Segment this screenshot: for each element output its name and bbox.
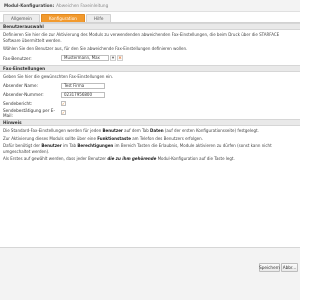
window-title: Modul-Konfiguration: <box>4 3 55 8</box>
bestaetigung-row: Sendebestätigung per E-Mail: ✓ <box>0 107 300 118</box>
fax-user-label: Fax-Benutzer: <box>3 55 32 61</box>
sendebericht-label: Sendebericht: <box>3 101 33 106</box>
sender-name-input[interactable]: Test Firma <box>61 82 105 89</box>
sender-name-label: Absender Name: <box>3 83 38 88</box>
sender-number-label: Absender-Nummer: <box>3 92 44 97</box>
fax-user-select[interactable]: Mustermann, Max ▾ × <box>61 55 123 61</box>
tab-bar: Allgemein Konfiguration Hilfe <box>0 12 300 22</box>
sender-name-row: Absender Name: Test Firma <box>0 81 300 90</box>
tab-allgemein[interactable]: Allgemein <box>3 14 40 22</box>
fax-user-row: Fax-Benutzer: Mustermann, Max ▾ × <box>0 54 300 63</box>
footer-bar: Speichern Abbr... <box>0 247 300 300</box>
sendebericht-checkbox[interactable]: ✓ <box>61 101 66 106</box>
config-content: Benutzerauswahl Definieren Sie hier die … <box>0 23 300 247</box>
sender-number-row: Absender-Nummer: 02317956800 <box>0 90 300 99</box>
bestaetigung-checkbox[interactable]: ✓ <box>61 110 66 115</box>
sender-number-input[interactable]: 02317956800 <box>61 91 105 98</box>
tab-hilfe[interactable]: Hilfe <box>85 14 112 22</box>
save-button[interactable]: Speichern <box>259 263 280 272</box>
section-fax-einstellungen: Fax-Einstellungen <box>0 64 300 72</box>
clear-x-icon[interactable]: × <box>117 55 123 61</box>
checkmark-icon: ✓ <box>61 110 66 115</box>
window-titlebar: Modul-Konfiguration: Abweichen Faxeinlei… <box>0 0 300 12</box>
tab-konfiguration[interactable]: Konfiguration <box>40 14 85 22</box>
hinweis-line-4: Als Erstes auf gewählt werden, dass jede… <box>3 156 235 161</box>
hinweis-line-1: Die Standard-Fax-Einstellungen werden fü… <box>3 128 259 133</box>
window-subtitle: Abweichen Faxeinleitung <box>56 3 109 8</box>
dropdown-arrow-icon[interactable]: ▾ <box>110 55 116 61</box>
bestaetigung-label: Sendebestätigung per E-Mail: <box>3 107 55 118</box>
fax-user-value[interactable]: Mustermann, Max <box>61 55 109 61</box>
fax-einstellungen-hint: Geben Sie hier die gewünschten Fax-Einst… <box>3 73 114 79</box>
benutzerauswahl-hint: Wählen Sie den Benutzer aus, für den Sie… <box>3 46 188 51</box>
cancel-button[interactable]: Abbr... <box>281 263 298 272</box>
hinweis-line-3: Dafür benötigt der Benutzer im Tab Berec… <box>3 143 272 154</box>
benutzerauswahl-intro: Definieren Sie hier die zur Aktivierung … <box>3 32 280 43</box>
section-hinweis: Hinweis <box>0 119 300 126</box>
section-benutzerauswahl: Benutzerauswahl <box>0 23 300 30</box>
checkmark-icon: ✓ <box>61 101 66 106</box>
hinweis-line-2: Zur Aktivierung dieses Moduls sollte übe… <box>3 135 203 141</box>
